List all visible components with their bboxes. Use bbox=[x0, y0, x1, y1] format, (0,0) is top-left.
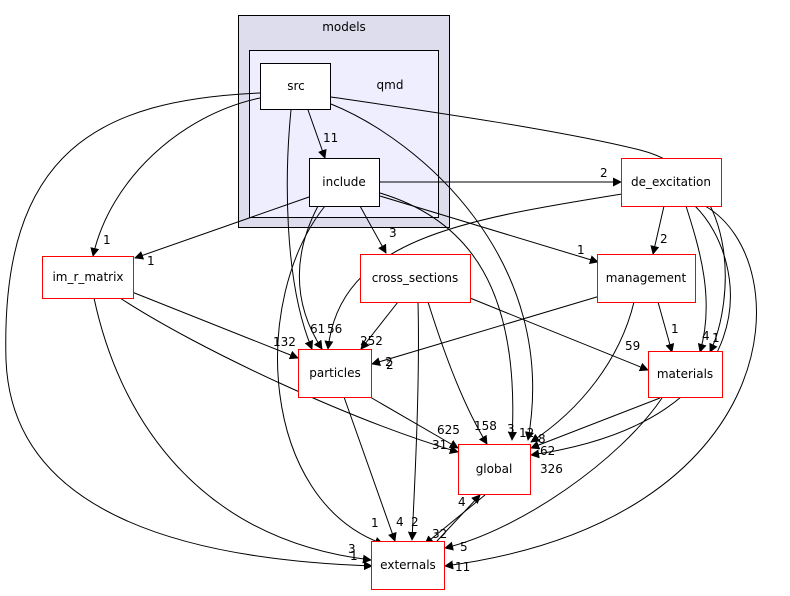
edge-label-src-im_r_matrix: 1 bbox=[103, 233, 111, 247]
edge-label-src-global: 12 bbox=[519, 426, 534, 440]
edge-management-global bbox=[530, 301, 635, 443]
node-label-global: global bbox=[476, 462, 513, 476]
edge-label-include-cross_sections: 3 bbox=[389, 226, 397, 240]
edge-src-im_r_matrix bbox=[90, 97, 261, 257]
edge-label-cross_sections-particles: 252 bbox=[360, 334, 383, 348]
edge-label-include-particles: 56 bbox=[327, 322, 342, 336]
node-src[interactable]: src bbox=[260, 63, 331, 110]
edge-label-management-particles: 2 bbox=[386, 358, 394, 372]
node-label-particles: particles bbox=[309, 366, 361, 380]
edge-label-de_excitation-management: 2 bbox=[660, 232, 668, 246]
node-include[interactable]: include bbox=[309, 158, 380, 207]
edge-im_r_matrix-global bbox=[119, 297, 459, 455]
edge-label-include-im_r_matrix: 1 bbox=[147, 254, 155, 268]
edge-label-cross_sections-materials: 59 bbox=[625, 339, 640, 353]
edge-label-particles-global: 625 bbox=[437, 423, 460, 437]
node-label-src: src bbox=[287, 79, 305, 93]
edge-label-materials-global: 326 bbox=[540, 462, 563, 476]
cluster-label-models: models bbox=[322, 20, 366, 34]
node-label-management: management bbox=[606, 271, 687, 285]
edge-label-include-externals: 1 bbox=[371, 516, 379, 530]
edge-label-include-management: 1 bbox=[577, 243, 585, 257]
edge-label-cross_sections-externals: 2 bbox=[411, 515, 419, 529]
edge-management-particles bbox=[371, 295, 601, 366]
edge-de_excitation-global bbox=[530, 205, 731, 459]
edge-label-cross_sections-global: 158 bbox=[474, 419, 497, 433]
edge-label-include-de_excitation: 2 bbox=[600, 166, 608, 180]
cluster-label-qmd: qmd bbox=[377, 78, 404, 92]
edge-cross_sections-materials bbox=[469, 297, 649, 372]
edge-label-im_r_matrix-externals: 1 bbox=[350, 549, 358, 563]
edge-particles-externals bbox=[343, 396, 397, 542]
edge-label-src-particles: 61 bbox=[310, 322, 325, 336]
node-label-cross_sections: cross_sections bbox=[372, 271, 459, 285]
node-management[interactable]: management bbox=[597, 254, 696, 303]
node-label-im_r_matrix: im_r_matrix bbox=[52, 270, 123, 284]
node-im_r_matrix[interactable]: im_r_matrix bbox=[42, 256, 134, 299]
edge-label-include-global: 3 bbox=[507, 422, 515, 436]
edge-label-de_excitation-materials: 4 bbox=[702, 329, 710, 343]
edge-label-materials-externals: 5 bbox=[460, 540, 468, 554]
edge-management-materials bbox=[657, 301, 675, 353]
edge-cross_sections-externals bbox=[407, 301, 419, 541]
edge-label-src-include: 11 bbox=[323, 131, 338, 145]
node-materials[interactable]: materials bbox=[648, 351, 723, 398]
node-label-de_excitation: de_excitation bbox=[631, 175, 711, 189]
edge-label-im_r_matrix-particles: 132 bbox=[273, 335, 296, 349]
node-cross_sections[interactable]: cross_sections bbox=[360, 254, 471, 303]
edge-label-src-materials: 1 bbox=[712, 331, 720, 345]
node-label-materials: materials bbox=[657, 367, 713, 381]
edge-label-de_excitation-global: 62 bbox=[540, 444, 555, 458]
node-particles[interactable]: particles bbox=[298, 349, 372, 398]
dependency-graph: models qmd 11 1 61 1 12 3 2 1 3 1 56 3 1… bbox=[5, 15, 757, 590]
node-global[interactable]: global bbox=[458, 444, 531, 495]
node-label-externals: externals bbox=[380, 558, 436, 572]
edge-label-de_excitation-externals: 11 bbox=[455, 560, 470, 574]
edge-label-management-materials: 1 bbox=[671, 322, 679, 336]
node-externals[interactable]: externals bbox=[371, 541, 445, 590]
node-de_excitation[interactable]: de_excitation bbox=[621, 158, 722, 207]
edge-label-externals-global: 4 bbox=[458, 495, 466, 509]
edge-de_excitation-management bbox=[650, 205, 665, 255]
edge-label-particles-externals: 4 bbox=[396, 515, 404, 529]
node-label-include: include bbox=[322, 175, 365, 189]
